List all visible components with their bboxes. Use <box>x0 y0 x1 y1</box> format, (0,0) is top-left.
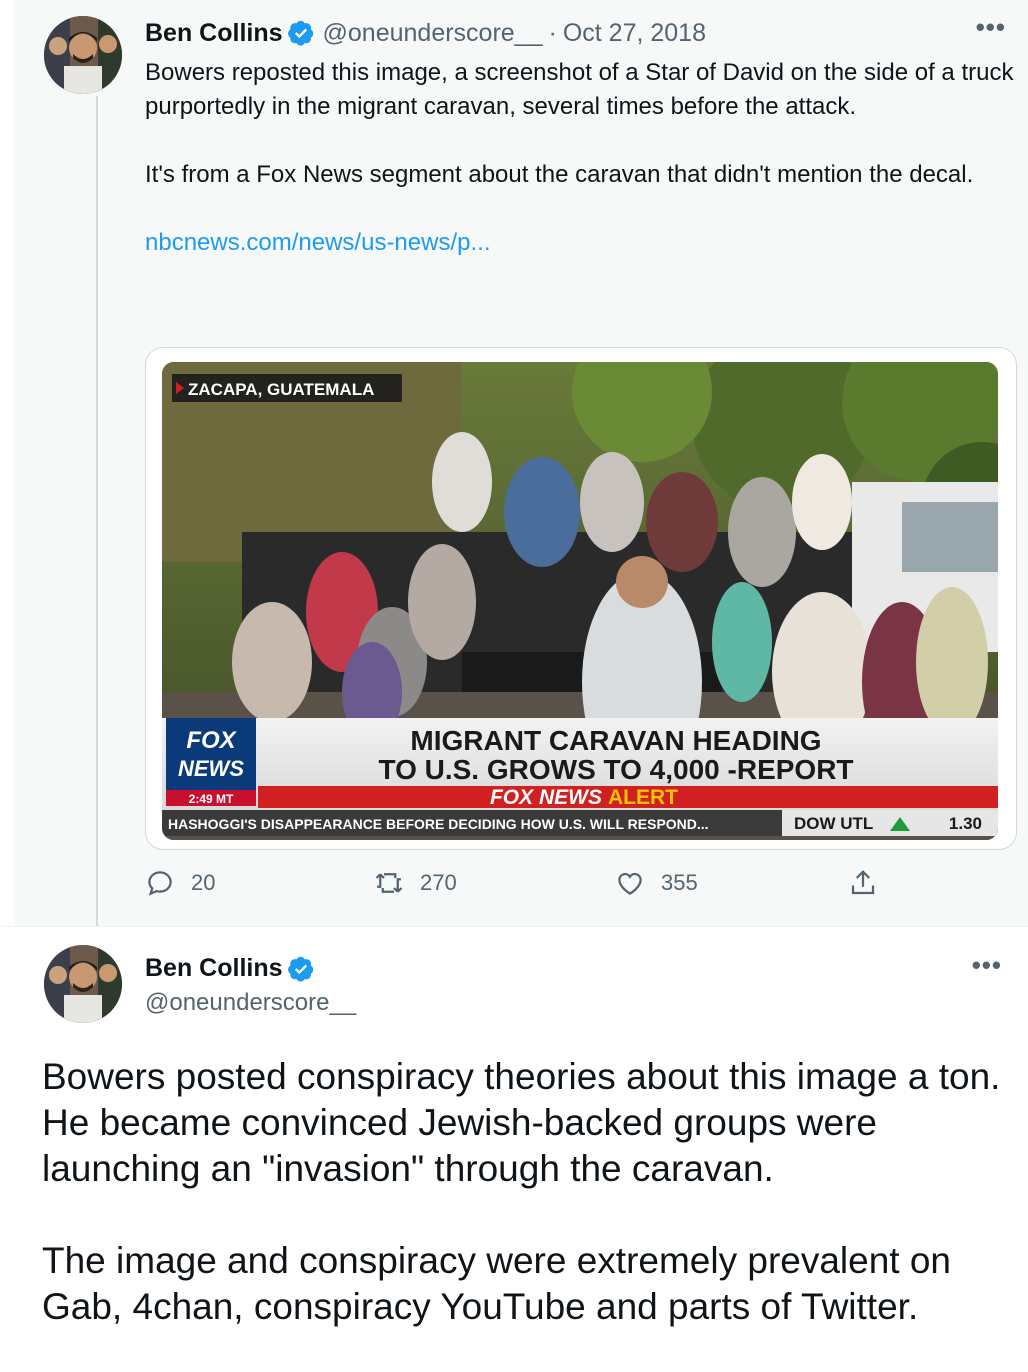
reply-count: 20 <box>191 870 216 895</box>
retweet-icon <box>375 873 403 893</box>
tweet-paragraph: The image and conspiracy were extremely … <box>42 1240 952 1327</box>
location-tag: ZACAPA, GUATEMALA <box>188 380 374 399</box>
share-button[interactable] <box>848 868 878 898</box>
tweet-thread: Ben Collins @oneunderscore__ · Oct 27, 2… <box>0 0 1028 1372</box>
author-handle[interactable]: @oneunderscore__ <box>323 19 543 48</box>
author-name[interactable]: Ben Collins <box>145 954 283 983</box>
tweet-actions: 20 270 355 <box>145 868 885 908</box>
more-options-icon[interactable]: ••• <box>972 950 1002 981</box>
news-ticker: HASHOGGI'S DISAPPEARANCE BEFORE DECIDING… <box>168 816 709 832</box>
tweet-header: Ben Collins @oneunderscore__ · Oct 27, 2… <box>145 18 706 48</box>
broadcast-time: 2:49 MT <box>189 792 234 806</box>
alert-word: ALERT <box>608 786 678 809</box>
verified-badge-icon <box>287 19 315 47</box>
tweet-text: Bowers posted conspiracy theories about … <box>42 1054 1022 1330</box>
thread-connector-line <box>96 96 98 926</box>
retweet-button[interactable]: 270 <box>374 868 457 898</box>
tweet-paragraph: Bowers reposted this image, a screenshot… <box>145 59 1014 120</box>
fox-logo-line2: NEWS <box>178 756 244 781</box>
article-link[interactable]: nbcnews.com/news/us-news/p... <box>145 229 490 256</box>
tweet-divider <box>0 926 1028 927</box>
author-handle[interactable]: @oneunderscore__ <box>145 989 356 1017</box>
avatar[interactable] <box>44 16 122 94</box>
media-card[interactable]: ZACAPA, GUATEMALA FOX NEWS 2:49 MT MIGRA… <box>145 347 1017 850</box>
heart-icon <box>618 872 642 895</box>
ticker-label: DOW UTL <box>794 814 873 833</box>
news-screenshot-image[interactable]: ZACAPA, GUATEMALA FOX NEWS 2:49 MT MIGRA… <box>162 362 998 840</box>
reply-icon <box>148 871 172 896</box>
share-icon <box>851 870 875 895</box>
avatar[interactable] <box>44 945 122 1023</box>
separator-dot: · <box>548 18 557 47</box>
ticker-value: 1.30 <box>949 814 982 833</box>
reply-button[interactable]: 20 <box>145 868 215 898</box>
headline-line2: TO U.S. GROWS TO 4,000 -REPORT <box>378 754 853 785</box>
tweet-paragraph: Bowers posted conspiracy theories about … <box>42 1056 1001 1189</box>
author-name[interactable]: Ben Collins <box>145 19 283 48</box>
fox-logo-line1: FOX <box>186 727 237 754</box>
tweet-header: Ben Collins @oneunderscore__ <box>145 954 356 1017</box>
tweet-quoted-parent[interactable]: Ben Collins @oneunderscore__ · Oct 27, 2… <box>14 0 1028 926</box>
headline-line1: MIGRANT CARAVAN HEADING <box>410 725 821 756</box>
like-button[interactable]: 355 <box>615 868 698 898</box>
tweet-text: Bowers reposted this image, a screenshot… <box>145 56 1025 260</box>
alert-fox-news: FOX NEWS <box>490 786 602 809</box>
more-options-icon[interactable]: ••• <box>976 12 1006 43</box>
tweet-paragraph: It's from a Fox News segment about the c… <box>145 161 974 188</box>
tweet-date[interactable]: Oct 27, 2018 <box>563 19 706 48</box>
retweet-count: 270 <box>420 870 457 895</box>
like-count: 355 <box>661 870 698 895</box>
verified-badge-icon <box>287 955 315 983</box>
